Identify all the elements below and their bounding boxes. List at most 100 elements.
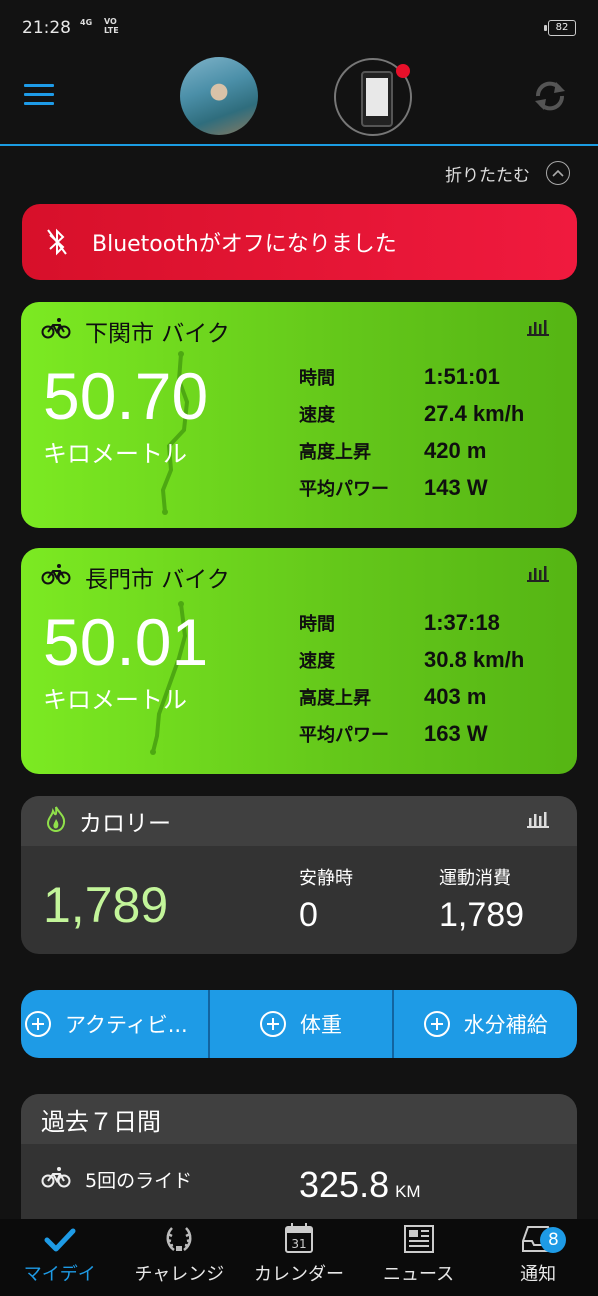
plus-circle-icon	[423, 1011, 450, 1037]
battery-icon: 82	[544, 20, 576, 36]
distance-unit: キロメートル	[43, 440, 187, 468]
stat-value: 420 m	[424, 437, 487, 463]
rides-count-label: 5回のライド	[85, 1170, 193, 1192]
activity-stats: 時間 1:37:18 速度 30.8 km/h 高度上昇 403 m 平均パワー 163…	[299, 604, 524, 752]
device-button[interactable]	[334, 58, 412, 136]
calories-total: 1,789	[43, 877, 169, 933]
stat-label: 時間	[299, 367, 335, 389]
activity-card[interactable]: 長門市 バイク 50.01 キロメートル 時間 1:37:18 速度 30.8 km…	[21, 548, 577, 774]
add-hydration-button[interactable]: 水分補給	[392, 990, 577, 1058]
stat-label: 平均パワー	[299, 724, 389, 746]
stat-speed: 速度 27.4 km/h	[299, 395, 524, 432]
stat-value: 1:37:18	[424, 609, 500, 635]
stat-time: 時間 1:37:18	[299, 604, 524, 641]
nav-news[interactable]: ニュース	[359, 1219, 479, 1296]
calories-title: カロリー	[79, 811, 171, 837]
add-activity-label: アクティビ...	[65, 1013, 188, 1037]
stat-label: 速度	[299, 404, 335, 426]
stat-elevation: 高度上昇 403 m	[299, 678, 524, 715]
bike-icon	[41, 563, 71, 591]
stat-speed: 速度 30.8 km/h	[299, 641, 524, 678]
volte-bottom: LTE	[104, 26, 119, 35]
resting-value: 0	[299, 896, 318, 934]
bottom-nav: マイデイ チャレンジ 31 カレンダー ニュース 8 通知	[0, 1219, 598, 1296]
calories-resting: 安静時 0	[299, 864, 353, 935]
stat-power: 平均パワー 163 W	[299, 715, 524, 752]
bluetooth-off-alert[interactable]: Bluetoothがオフになりました	[22, 204, 577, 280]
stat-power: 平均パワー 143 W	[299, 469, 524, 506]
bike-icon	[41, 1166, 71, 1193]
nav-challenges[interactable]: チャレンジ	[120, 1219, 240, 1296]
plus-circle-icon	[260, 1011, 286, 1037]
flame-icon	[45, 805, 67, 837]
avatar[interactable]	[180, 57, 258, 135]
activity-stats: 時間 1:51:01 速度 27.4 km/h 高度上昇 420 m 平均パワー 143…	[299, 358, 524, 506]
add-hydration-label: 水分補給	[463, 1013, 548, 1037]
stat-label: 高度上昇	[299, 441, 371, 463]
stat-value: 27.4 km/h	[424, 400, 525, 426]
alert-text: Bluetoothがオフになりました	[92, 232, 397, 257]
volte-indicator: VO LTE	[104, 17, 119, 35]
stat-value: 163 W	[424, 720, 488, 746]
distance-value: 50.01	[43, 605, 209, 679]
stat-label: 時間	[299, 613, 335, 635]
add-activity-button[interactable]: アクティビ...	[21, 990, 208, 1058]
quick-add-bar: アクティビ... 体重 水分補給	[21, 990, 577, 1058]
calendar-day: 31	[291, 1237, 306, 1251]
collapse-button[interactable]: 折りたたむ	[445, 160, 570, 186]
stat-elevation: 高度上昇 420 m	[299, 432, 524, 469]
past-7-days-distance: 325.8 KM	[299, 1164, 421, 1206]
collapse-label: 折りたたむ	[445, 165, 530, 186]
active-value: 1,789	[439, 896, 525, 934]
past-7-days-title: 過去７日間	[21, 1094, 577, 1144]
nav-label: ニュース	[383, 1264, 455, 1285]
calendar-icon: 31	[284, 1223, 313, 1253]
stat-label: 速度	[299, 650, 335, 672]
stat-value: 1:51:01	[424, 363, 500, 389]
device-icon	[361, 71, 393, 127]
activity-title: 長門市 バイク	[85, 567, 230, 593]
distance-unit: KM	[395, 1182, 421, 1201]
status-bar: 21:28 4G VO LTE 82	[0, 0, 598, 58]
volte-top: VO	[104, 17, 117, 26]
nav-notifications[interactable]: 8 通知	[478, 1219, 598, 1296]
sync-icon[interactable]	[530, 76, 570, 116]
bar-chart-icon[interactable]	[527, 810, 549, 832]
distance-value: 50.70	[43, 359, 209, 433]
nav-label: 通知	[520, 1264, 557, 1285]
bar-chart-icon[interactable]	[527, 318, 549, 340]
menu-icon[interactable]	[24, 84, 54, 108]
nav-calendar[interactable]: 31 カレンダー	[239, 1219, 359, 1296]
stat-time: 時間 1:51:01	[299, 358, 524, 395]
bike-icon	[41, 317, 71, 345]
stat-value: 30.8 km/h	[424, 646, 525, 672]
distance-unit: キロメートル	[43, 686, 187, 714]
nav-my-day[interactable]: マイデイ	[0, 1219, 120, 1296]
notification-badge: 8	[540, 1227, 567, 1253]
nav-label: マイデイ	[23, 1264, 96, 1285]
nav-label: カレンダー	[253, 1264, 344, 1285]
bar-chart-icon[interactable]	[527, 564, 549, 586]
stat-value: 403 m	[424, 683, 487, 709]
activity-title: 下関市 バイク	[85, 321, 230, 347]
bluetooth-off-icon	[22, 227, 92, 257]
plus-circle-icon	[25, 1011, 51, 1037]
status-time: 21:28	[22, 18, 71, 38]
active-label: 運動消費	[439, 868, 511, 889]
past-7-days-card[interactable]: 過去７日間 5回のライド 325.8 KM	[21, 1094, 577, 1234]
signal-indicator: 4G	[80, 18, 93, 27]
distance-number: 325.8	[299, 1164, 390, 1205]
laurel-icon	[166, 1227, 192, 1251]
check-icon	[44, 1228, 76, 1252]
newspaper-icon	[403, 1225, 434, 1253]
chevron-up-icon	[546, 161, 570, 185]
activity-card[interactable]: 下関市 バイク 50.70 キロメートル 時間 1:51:01 速度 27.4 km…	[21, 302, 577, 528]
add-weight-button[interactable]: 体重	[207, 990, 393, 1058]
device-alert-dot	[396, 64, 410, 78]
header-divider	[0, 144, 598, 146]
stat-label: 高度上昇	[299, 687, 371, 709]
nav-label: チャレンジ	[134, 1264, 225, 1285]
stat-value: 143 W	[424, 474, 488, 500]
calories-active: 運動消費 1,789	[439, 864, 524, 935]
calories-card[interactable]: カロリー 1,789 安静時 0 運動消費 1,789	[21, 796, 577, 954]
